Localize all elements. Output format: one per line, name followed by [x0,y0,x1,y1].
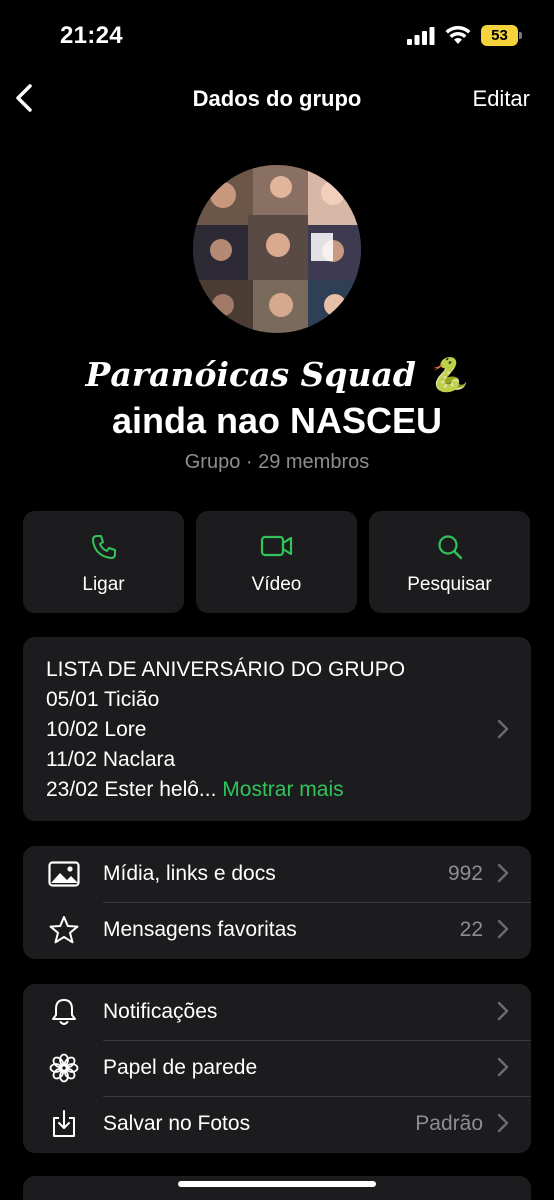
chevron-right-icon [497,863,509,883]
bell-icon [52,999,76,1025]
notifications-row[interactable]: Notificações [23,984,531,1040]
video-button[interactable]: Vídeo [196,511,357,613]
call-button[interactable]: Ligar [23,511,184,613]
edit-button[interactable]: Editar [473,86,530,112]
row-value: 22 [459,918,483,941]
next-settings-card [23,1176,531,1200]
description-line: 11/02 Naclara [46,748,176,771]
divider [103,1040,531,1041]
wifi-icon [445,26,471,44]
search-label: Pesquisar [407,574,492,595]
search-button[interactable]: Pesquisar [369,511,530,613]
starred-messages-row[interactable]: Mensagens favoritas 22 [23,902,531,958]
group-photo-collage [193,165,361,333]
status-bar: 21:24 53 [0,0,554,70]
group-description: LISTA DE ANIVERSÁRIO DO GRUPO 05/01 Tici… [46,655,405,805]
wallpaper-row[interactable]: Papel de parede [23,1040,531,1096]
row-label: Salvar no Fotos [103,1112,251,1135]
description-line: LISTA DE ANIVERSÁRIO DO GRUPO [46,658,406,681]
save-to-photos-row[interactable]: Salvar no Fotos Padrão [23,1096,531,1152]
image-icon [48,861,80,887]
video-label: Vídeo [251,574,302,595]
show-more-link[interactable]: Mostrar mais [222,778,343,801]
call-label: Ligar [82,574,125,595]
description-line: 23/02 Ester helô... [46,778,217,801]
video-icon [260,535,292,557]
signal-icon [407,26,435,45]
chevron-right-icon [497,1057,509,1077]
group-member-count: Grupo · 29 membros [184,451,370,473]
search-icon [437,535,462,560]
phone-icon [91,535,116,559]
media-list: Mídia, links e docs 992 Mensagens favori… [23,846,531,959]
group-name: 𝑷𝒂𝒓𝒂𝒏𝒐́𝒊𝒄𝒂𝒔 𝑺𝒒𝒖𝒂𝒅 🐍 [85,355,469,394]
download-icon [53,1110,75,1137]
nav-bar: Dados do grupo Editar [0,70,554,130]
status-time: 21:24 [60,22,123,49]
description-line: 10/02 Lore [46,718,147,741]
chevron-right-icon [497,919,509,939]
home-indicator[interactable] [178,1181,376,1187]
star-icon [49,916,79,944]
row-label: Notificações [103,1000,218,1023]
status-icons: 53 [407,25,522,46]
media-links-docs-row[interactable]: Mídia, links e docs 992 [23,846,531,902]
chevron-right-icon [497,1113,509,1133]
group-name-subtitle: ainda nao NASCEU [111,400,443,441]
row-label: Mídia, links e docs [103,862,276,885]
divider [103,1096,531,1097]
row-label: Mensagens favoritas [103,918,297,941]
settings-list: Notificações Papel de parede Salvar no F… [23,984,531,1153]
row-label: Papel de parede [103,1056,258,1079]
group-avatar[interactable] [193,165,361,333]
description-line: 05/01 Ticião [46,688,160,711]
battery-level: 53 [491,27,508,44]
row-value: 992 [447,862,483,885]
group-description-card[interactable]: LISTA DE ANIVERSÁRIO DO GRUPO 05/01 Tici… [23,637,531,821]
chevron-right-icon [497,1001,509,1021]
page-title: Dados do grupo [192,86,362,111]
battery-indicator: 53 [481,25,522,46]
divider [103,902,531,903]
flower-icon [49,1053,79,1083]
chevron-right-icon [497,719,509,739]
row-value: Padrão [415,1112,483,1135]
